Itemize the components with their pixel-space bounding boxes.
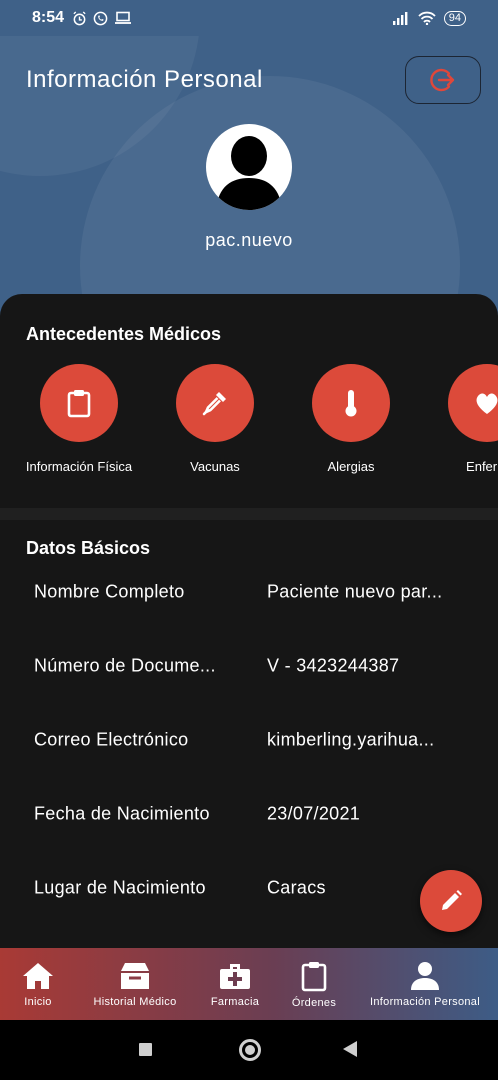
system-nav-bar [0, 1020, 498, 1080]
section-divider [0, 508, 498, 520]
nav-item-informacion-personal[interactable]: Información Personal [362, 948, 488, 1020]
wifi-icon [418, 11, 436, 25]
data-row: Número de Docume... V - 3423244387 [0, 630, 498, 704]
person-icon [411, 961, 439, 990]
clipboard-icon [301, 961, 327, 991]
username: pac.nuevo [205, 230, 293, 250]
signal-icon [392, 12, 408, 25]
row-value: Paciente nuevo par... [267, 581, 443, 602]
row-value: 23/07/2021 [267, 803, 361, 824]
home-button-inner [245, 1045, 255, 1055]
row-value: V - 3423244387 [267, 655, 400, 676]
antecedente-item-informacion-fisica[interactable]: Información Física [19, 364, 139, 479]
avatar[interactable] [206, 124, 292, 210]
antecedente-label: Alergias [327, 459, 375, 474]
laptop-icon [115, 11, 132, 24]
logout-icon [430, 68, 455, 92]
recents-button[interactable] [139, 1043, 152, 1056]
row-label: Número de Docume... [34, 655, 216, 676]
syringe-icon [202, 392, 226, 416]
nav-label: Información Personal [370, 995, 480, 1008]
data-row: Fecha de Nacimiento 23/07/2021 [0, 778, 498, 852]
row-label: Nombre Completo [34, 581, 185, 602]
profile-header: Información Personal pac.nuevo [0, 36, 498, 316]
nav-item-inicio[interactable]: Inicio [8, 948, 68, 1020]
antecedente-item-enfermedades[interactable]: Enferm [427, 364, 498, 479]
bottom-nav: Inicio Historial Médico Farmacia Órdenes… [0, 948, 498, 1020]
nav-label: Farmacia [210, 995, 260, 1008]
antecedentes-list: Información Física Vacunas Alergias Enfe… [0, 364, 498, 494]
home-icon [23, 962, 53, 989]
thermometer-icon [345, 390, 357, 417]
nav-item-historial-medico[interactable]: Historial Médico [84, 948, 186, 1020]
antecedente-item-alergias[interactable]: Alergias [291, 364, 411, 479]
content-sheet: Antecedentes Médicos Información Física … [0, 294, 498, 948]
status-bar: 8:54 94 [0, 0, 498, 36]
whatsapp-icon [93, 11, 108, 25]
nav-item-farmacia[interactable]: Farmacia [203, 948, 267, 1020]
page-title: Información Personal [26, 66, 263, 93]
clipboard-icon [67, 390, 91, 418]
antecedente-label: Vacunas [190, 459, 240, 474]
logout-button[interactable] [405, 56, 481, 104]
row-label: Lugar de Nacimiento [34, 877, 206, 898]
nav-label: Historial Médico [93, 995, 177, 1008]
antecedente-item-vacunas[interactable]: Vacunas [155, 364, 275, 479]
antecedente-label: Enferm [466, 459, 498, 474]
home-button[interactable] [239, 1039, 261, 1061]
nav-item-ordenes[interactable]: Órdenes [284, 948, 344, 1020]
person-silhouette-icon [216, 136, 282, 210]
data-row: Nombre Completo Paciente nuevo par... [0, 556, 498, 630]
medical-kit-icon [220, 963, 250, 989]
row-label: Correo Electrónico [34, 729, 189, 750]
heart-icon [476, 393, 498, 414]
nav-label: Órdenes [291, 996, 337, 1009]
row-label: Fecha de Nacimiento [34, 803, 210, 824]
row-value: kimberling.yarihua... [267, 729, 435, 750]
status-time: 8:54 [32, 9, 65, 26]
inbox-icon [121, 962, 149, 989]
pencil-icon [442, 890, 462, 910]
antecedentes-title: Antecedentes Médicos [26, 324, 222, 344]
battery-indicator: 94 [443, 10, 466, 26]
back-icon[interactable] [343, 1041, 357, 1057]
edit-button[interactable] [420, 870, 482, 932]
nav-label: Inicio [24, 995, 52, 1008]
alarm-icon [73, 10, 86, 25]
antecedente-label: Información Física [25, 459, 133, 474]
data-row: Correo Electrónico kimberling.yarihua... [0, 704, 498, 778]
